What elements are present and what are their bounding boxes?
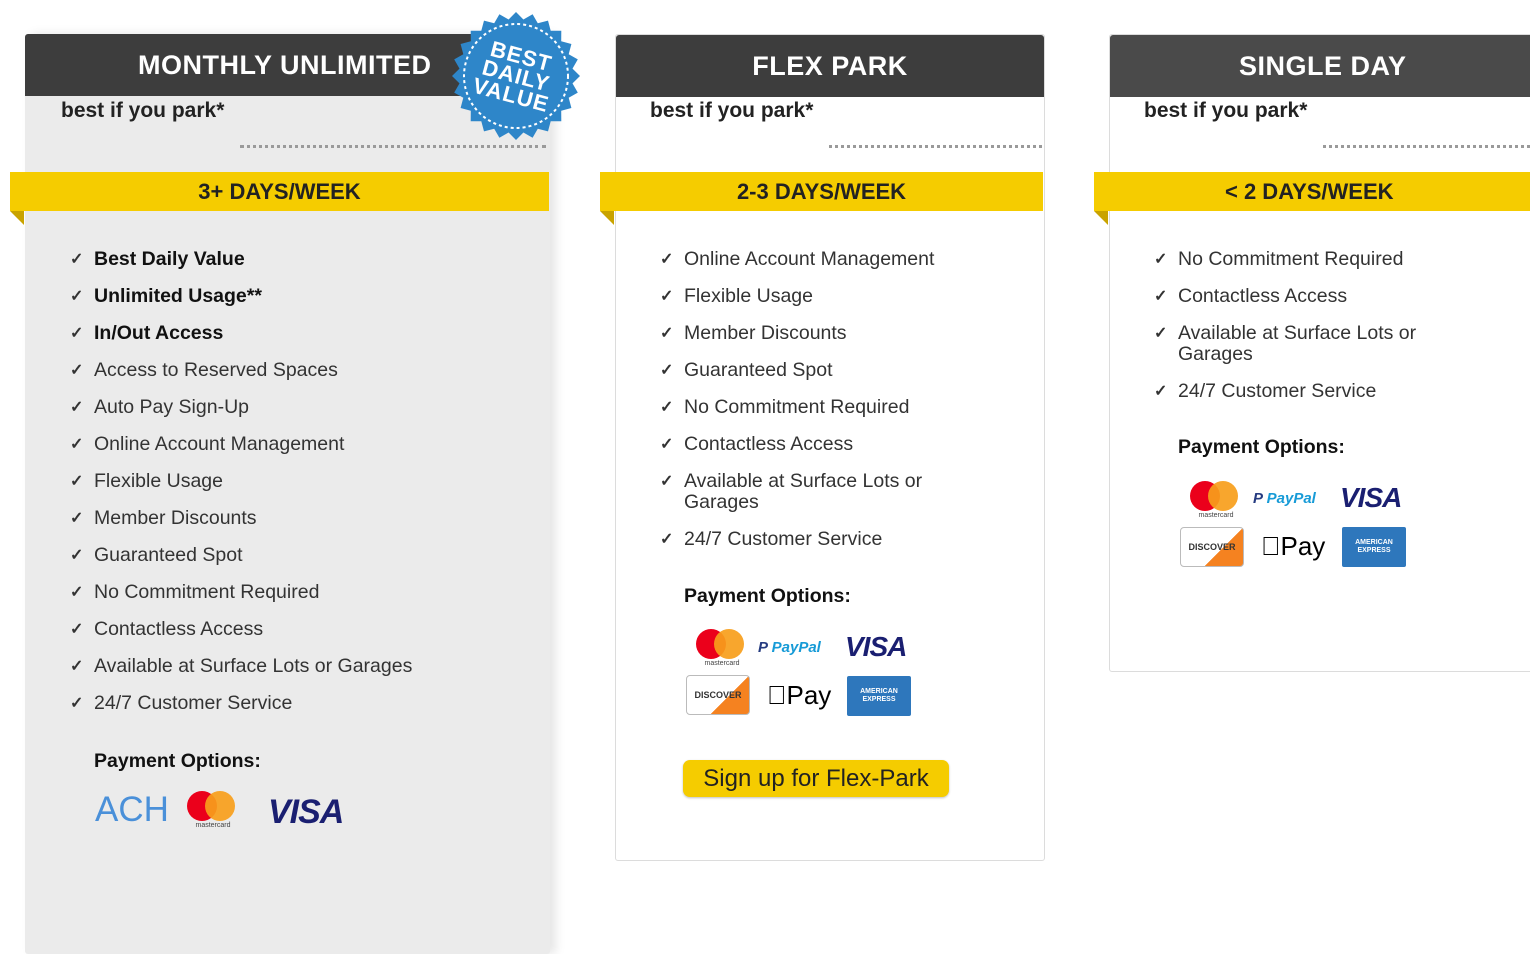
check-icon: ✓: [70, 399, 84, 416]
frequency-label: 2-3 DAYS/WEEK: [736, 178, 907, 204]
mastercard-logo: mastercard: [183, 791, 243, 835]
check-icon: ✓: [70, 584, 84, 601]
check-icon: ✓: [1154, 383, 1168, 400]
apple-pay-logo: Pay: [1261, 531, 1325, 561]
check-icon: ✓: [70, 621, 84, 638]
check-icon: ✓: [1154, 251, 1168, 268]
check-icon: ✓: [70, 547, 84, 564]
feature-item: ✓ Guaranteed Spot: [660, 359, 833, 381]
best-if-label: best if you park*: [61, 99, 225, 122]
visa-logo: VISA: [268, 793, 344, 831]
check-icon: ✓: [660, 325, 674, 342]
band-fold: [600, 211, 614, 225]
amex-logo: AMERICAN EXPRESS: [1342, 527, 1406, 567]
check-icon: ✓: [70, 695, 84, 712]
frequency-band: 3+ DAYS/WEEK: [10, 172, 549, 211]
best-if-label: best if you park*: [650, 99, 814, 122]
frequency-band: < 2 DAYS/WEEK: [1094, 172, 1530, 211]
discover-logo: DISCOVER: [1180, 527, 1244, 567]
payment-options-title: Payment Options:: [94, 750, 261, 772]
check-icon: ✓: [660, 399, 674, 416]
check-icon: ✓: [70, 251, 84, 268]
frequency-band: 2-3 DAYS/WEEK: [600, 172, 1043, 211]
mastercard-logo: mastercard: [1186, 481, 1246, 525]
plan-header: FLEX PARK: [616, 35, 1044, 97]
plan-title: SINGLE DAY: [1239, 50, 1407, 81]
feature-item: ✓ Online Account Management: [70, 433, 345, 455]
feature-item: ✓ Best Daily Value: [70, 248, 245, 270]
feature-list: ✓ Best Daily Value ✓ Unlimited Usage** ✓ In…: [70, 249, 510, 730]
feature-item: ✓ Online Account Management: [660, 248, 935, 270]
feature-item: ✓ Access to Reserved Spaces: [70, 359, 338, 381]
check-icon: ✓: [70, 658, 84, 675]
feature-item: ✓ 24/7 Customer Service: [1154, 380, 1377, 402]
mastercard-logo: mastercard: [692, 629, 752, 673]
feature-item: ✓ Flexible Usage: [660, 285, 813, 307]
payment-options-title: Payment Options:: [1178, 436, 1345, 458]
paypal-logo: P PayPal: [758, 639, 821, 656]
check-icon: ✓: [660, 473, 674, 490]
dotted-leader: [240, 145, 546, 148]
feature-list: ✓ No Commitment Required ✓ Contactless Acc…: [1154, 249, 1454, 418]
paypal-logo: P PayPal: [1253, 490, 1316, 507]
feature-item: ✓ 24/7 Customer Service: [660, 528, 883, 550]
check-icon: ✓: [70, 436, 84, 453]
feature-item: ✓ Contactless Access: [1154, 285, 1348, 307]
check-icon: ✓: [1154, 325, 1168, 342]
amex-logo: AMERICAN EXPRESS: [847, 676, 911, 716]
apple-pay-logo: Pay: [767, 680, 831, 710]
feature-item: ✓ Contactless Access: [70, 618, 264, 640]
check-icon: ✓: [70, 473, 84, 490]
ach-logo: ACH: [95, 790, 169, 829]
feature-item: ✓ 24/7 Customer Service: [70, 692, 293, 714]
band-fold: [1094, 211, 1108, 225]
plan-title: FLEX PARK: [752, 50, 908, 81]
feature-item: ✓ Available at Surface Lots or Garages: [660, 470, 923, 513]
check-icon: ✓: [1154, 288, 1168, 305]
feature-item: ✓ No Commitment Required: [660, 396, 910, 418]
check-icon: ✓: [70, 325, 84, 342]
dotted-leader: [1323, 145, 1530, 148]
feature-item: ✓ Contactless Access: [660, 433, 854, 455]
feature-item: ✓ Auto Pay Sign-Up: [70, 396, 250, 418]
payment-options-title: Payment Options:: [684, 585, 851, 607]
sign-up-flex-park-button[interactable]: Sign up for Flex-Park: [683, 760, 949, 797]
feature-item: ✓ Member Discounts: [70, 507, 257, 529]
feature-item: ✓ Unlimited Usage**: [70, 285, 262, 307]
feature-item: ✓ Guaranteed Spot: [70, 544, 243, 566]
frequency-label: 3+ DAYS/WEEK: [198, 178, 361, 204]
feature-item: ✓ Flexible Usage: [70, 470, 223, 492]
plan-header: SINGLE DAY: [1110, 35, 1530, 97]
feature-item: ✓ Available at Surface Lots or Garages: [70, 655, 413, 677]
feature-item: ✓ No Commitment Required: [1154, 248, 1404, 270]
feature-list: ✓ Online Account Management ✓ Flexible Usa…: [660, 249, 960, 566]
check-icon: ✓: [70, 510, 84, 527]
check-icon: ✓: [70, 288, 84, 305]
check-icon: ✓: [660, 288, 674, 305]
feature-item: ✓ In/Out Access: [70, 322, 224, 344]
best-if-label: best if you park*: [1144, 99, 1308, 122]
dotted-leader: [829, 145, 1042, 148]
plan-title: MONTHLY UNLIMITED: [138, 49, 432, 80]
discover-logo: DISCOVER: [686, 675, 750, 715]
check-icon: ✓: [70, 362, 84, 379]
check-icon: ✓: [660, 531, 674, 548]
check-icon: ✓: [660, 436, 674, 453]
feature-item: ✓ No Commitment Required: [70, 581, 320, 603]
check-icon: ✓: [660, 251, 674, 268]
feature-item: ✓ Member Discounts: [660, 322, 847, 344]
visa-logo: VISA: [845, 631, 907, 662]
band-fold: [10, 211, 24, 225]
feature-item: ✓ Available at Surface Lots or Garages: [1154, 322, 1417, 365]
best-daily-value-badge: BEST DAILY VALUE: [450, 10, 582, 142]
visa-logo: VISA: [1340, 482, 1402, 513]
check-icon: ✓: [660, 362, 674, 379]
frequency-label: < 2 DAYS/WEEK: [1225, 178, 1394, 204]
